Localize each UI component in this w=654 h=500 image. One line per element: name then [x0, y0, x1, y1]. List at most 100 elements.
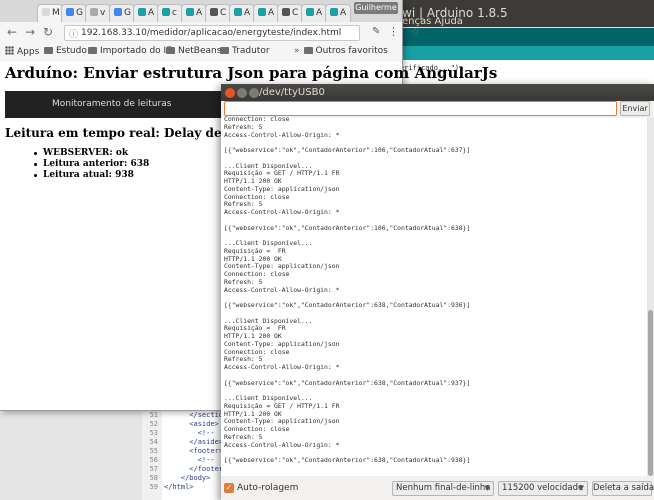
reading-current: Leitura atual: 938 — [43, 170, 134, 180]
line-number: 51 — [149, 411, 158, 419]
tab-label: A — [148, 8, 155, 18]
code-line: <footer> — [164, 447, 224, 455]
ide-tabbar — [395, 46, 654, 60]
code-line: </aside> — [164, 438, 224, 446]
minimize-window-icon[interactable] — [237, 88, 247, 98]
line-number: 54 — [149, 438, 158, 446]
browser-tab[interactable]: C — [277, 4, 303, 22]
code-line: </footer> — [164, 465, 228, 473]
line-number: 53 — [149, 429, 158, 437]
dropdown-arrow-icon: ▼ — [484, 484, 490, 492]
tab-favicon-icon — [186, 8, 194, 16]
browser-tab[interactable]: G — [109, 4, 135, 22]
folder-icon — [303, 47, 313, 54]
tab-favicon-icon — [42, 8, 50, 16]
address-url: 192.168.33.10/medidor/aplicacao/energyte… — [81, 28, 342, 38]
browser-tab[interactable]: A — [133, 4, 159, 22]
browser-tab[interactable]: c — [157, 4, 183, 22]
tab-label: C — [292, 8, 299, 18]
bookmark-label: NetBeans — [178, 46, 222, 56]
send-button[interactable]: Enviar — [620, 101, 650, 116]
tab-label: A — [244, 8, 251, 18]
reading-previous: Leitura anterior: 638 — [43, 159, 150, 169]
list-bullet — [34, 163, 37, 166]
folder-icon — [166, 47, 175, 54]
apps-grid-icon — [5, 46, 14, 55]
tab-favicon-icon — [138, 8, 146, 16]
browser-tab[interactable]: M — [37, 4, 63, 22]
code-line: </html> — [164, 483, 194, 491]
tab-favicon-icon — [330, 8, 338, 16]
bookmark-star-icon[interactable]: ☆ — [411, 27, 420, 38]
line-ending-select[interactable]: Nenhum final-de-linha ▼ — [392, 481, 494, 496]
serial-output-line: Access-Control-Allow-Origin: * — [224, 440, 340, 449]
profile-button[interactable]: Guilherme — [354, 2, 398, 14]
tab-label: M — [52, 8, 60, 18]
tab-favicon-icon — [306, 8, 314, 16]
code-line: <aside> — [164, 420, 219, 428]
browser-menu-icon[interactable]: ⋮ — [388, 24, 399, 40]
ide-menu-tail[interactable]: enças Ajuda — [402, 16, 463, 27]
serial-output-line: [{"webservice":"ok","ContadorAnterior":1… — [224, 146, 471, 154]
tab-favicon-icon — [210, 8, 218, 16]
browser-tab[interactable]: A — [253, 4, 279, 22]
browser-tab[interactable]: A — [325, 4, 351, 22]
bookmark-other-favorites[interactable]: » Outros favoritos — [294, 46, 388, 56]
baud-rate-select[interactable]: 115200 velocidade ▼ — [498, 481, 588, 496]
line-number: 57 — [149, 465, 158, 473]
serial-send-input[interactable] — [224, 101, 617, 116]
folder-icon — [88, 47, 97, 54]
line-number: 52 — [149, 420, 158, 428]
forward-arrow-icon[interactable]: → — [22, 24, 38, 40]
serial-scroll-thumb[interactable] — [648, 310, 653, 476]
serial-output-line: Access-Control-Allow-Origin: * — [224, 285, 340, 294]
tab-favicon-icon — [234, 8, 242, 16]
browser-tab[interactable]: A — [301, 4, 327, 22]
extension-icon[interactable]: ✎ — [372, 26, 382, 38]
browser-tab[interactable]: C — [205, 4, 231, 22]
browser-tab[interactable]: A — [181, 4, 207, 22]
bookmark-item[interactable]: Tradutor — [220, 46, 270, 56]
browser-tab[interactable]: A — [229, 4, 255, 22]
bookmark-item[interactable]: Estudo — [44, 46, 87, 56]
serial-output-line: [{"webservice":"ok","ContadorAnterior":6… — [224, 378, 471, 387]
tab-label: G — [124, 8, 131, 18]
autoscroll-label: Auto-rolagem — [237, 483, 299, 493]
browser-tab[interactable]: G — [61, 4, 87, 22]
serial-output-line: [{"webservice":"ok","ContadorAnterior":6… — [224, 456, 471, 464]
reload-icon[interactable]: ↻ — [40, 24, 56, 40]
maximize-window-icon[interactable] — [249, 88, 259, 98]
chevron-right-icon: » — [294, 46, 300, 56]
folder-icon — [220, 47, 229, 54]
tab-favicon-icon — [282, 8, 290, 16]
serial-output-line: [{"webservice":"ok","ContadorAnterior":6… — [224, 301, 471, 309]
info-icon[interactable]: ⓘ — [69, 27, 78, 40]
serial-output-line: Access-Control-Allow-Origin: * — [224, 363, 340, 371]
list-bullet — [34, 152, 37, 155]
close-window-icon[interactable] — [225, 88, 235, 98]
browser-tab[interactable]: v — [85, 4, 111, 22]
bookmark-label: Estudo — [56, 46, 87, 56]
tab-label: C — [220, 8, 227, 18]
nav-link-monitoring[interactable]: Monitoramento de leituras — [52, 99, 171, 109]
bookmark-item[interactable]: Importado do IE — [88, 46, 172, 56]
tab-favicon-icon — [90, 8, 98, 16]
autoscroll-checkbox[interactable]: ✓ — [224, 483, 234, 493]
bookmark-apps-label: Apps — [17, 47, 40, 57]
bookmark-label: Tradutor — [232, 46, 270, 56]
tab-label: A — [340, 8, 347, 18]
code-line: <!-- — [164, 429, 215, 437]
clear-output-button[interactable]: Deleta a saída — [592, 481, 654, 496]
tab-label: v — [100, 8, 106, 18]
bookmark-other-label: Outros favoritos — [315, 46, 388, 56]
bookmark-item[interactable]: NetBeans — [166, 46, 221, 56]
code-line: </body> — [164, 474, 211, 482]
tab-favicon-icon — [66, 8, 74, 16]
bookmark-label: Importado do IE — [100, 46, 172, 56]
baud-rate-value: 115200 velocidade — [502, 483, 584, 493]
address-bar[interactable]: ⓘ 192.168.33.10/medidor/aplicacao/energy… — [64, 25, 420, 41]
back-arrow-icon[interactable]: ← — [4, 24, 20, 40]
bookmark-apps[interactable]: Apps — [5, 46, 39, 57]
folder-icon — [44, 47, 53, 54]
serial-output-line: Access-Control-Allow-Origin: * — [224, 130, 340, 139]
